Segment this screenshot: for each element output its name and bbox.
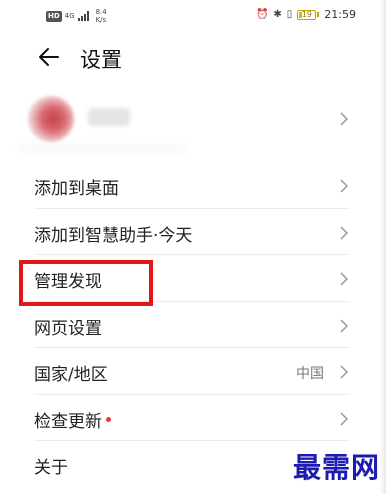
menu-item-label: 添加到桌面 <box>34 179 119 199</box>
chevron-right-icon <box>338 272 350 286</box>
status-left: HD 4G 8.4 K/s <box>46 8 107 24</box>
profile-name: 华为 <box>88 108 130 126</box>
highlight-annotation <box>19 260 153 306</box>
network-speed-unit: K/s <box>95 16 107 24</box>
battery-level: 19 <box>301 9 312 19</box>
chevron-right-icon <box>338 225 350 240</box>
watermark: 最需网 <box>292 451 380 484</box>
profile-row[interactable]: 华为 <box>0 92 386 156</box>
chevron-right-icon <box>338 112 350 126</box>
header: 设置 <box>0 38 386 78</box>
menu-item-check-update[interactable]: 检查更新 <box>0 395 386 441</box>
battery-icon: 19 <box>297 9 320 20</box>
network-type: 4G <box>64 11 75 20</box>
chevron-right-icon <box>338 179 350 193</box>
menu-item-label: 网页设置 <box>34 318 102 339</box>
signal-icon <box>77 11 89 21</box>
alarm-icon: ⏰ <box>255 9 269 20</box>
menu-item-label: 国家/地区 <box>34 365 108 385</box>
menu-item-country-region[interactable]: 国家/地区 中国 <box>0 348 386 395</box>
chevron-right-icon <box>338 318 350 333</box>
arrow-left-icon <box>39 48 59 66</box>
back-button[interactable] <box>36 44 62 70</box>
menu-item-label-wrap: 检查更新 <box>34 407 111 432</box>
menu-item-label: 添加到智慧助手·今天 <box>34 225 193 246</box>
network-speed-value: 8.4 <box>95 8 107 16</box>
menu-item-web-settings[interactable]: 网页设置 <box>0 302 386 348</box>
menu-item-label: 关于 <box>34 458 68 478</box>
status-right: ⏰ ✱ ▯ 19 21:59 <box>256 8 356 21</box>
network-speed: 8.4 K/s <box>96 8 107 24</box>
status-bar: HD 4G 8.4 K/s ⏰ ✱ ▯ 19 21:59 <box>0 0 386 30</box>
page-title: 设置 <box>80 48 122 72</box>
hd-badge: HD <box>46 10 62 22</box>
settings-menu: 添加到桌面 添加到智慧助手·今天 管理发现 网页设置 国家/地区 中国 检查更新… <box>0 162 386 488</box>
avatar <box>28 96 74 142</box>
chevron-right-icon <box>338 411 350 426</box>
clock: 21:59 <box>324 8 356 21</box>
menu-item-add-to-assistant[interactable]: 添加到智慧助手·今天 <box>0 209 386 255</box>
menu-item-label: 检查更新 <box>34 411 102 432</box>
screen-edge <box>380 0 386 494</box>
country-value: 中国 <box>296 366 324 382</box>
chevron-right-icon <box>338 365 350 379</box>
update-badge <box>106 417 111 422</box>
bluetooth-icon: ✱ <box>273 9 282 20</box>
menu-item-add-to-desktop[interactable]: 添加到桌面 <box>0 162 386 209</box>
vibrate-icon: ▯ <box>286 9 293 20</box>
profile-divider <box>18 146 188 156</box>
